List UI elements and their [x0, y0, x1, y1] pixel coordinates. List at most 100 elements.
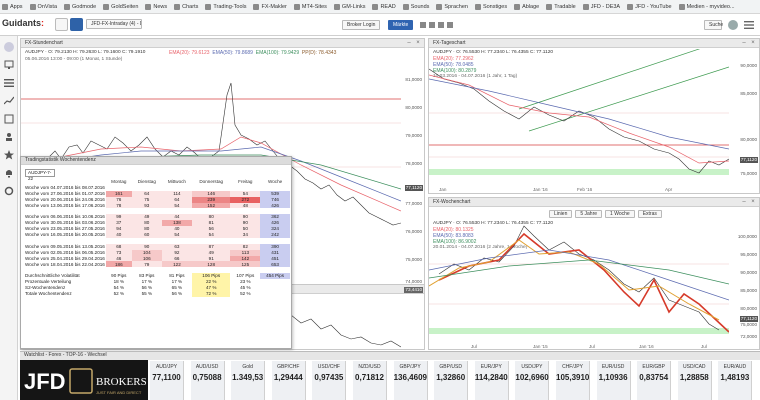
bookmark-item[interactable]: FX-Makler — [253, 3, 287, 10]
bookmark-item[interactable]: READ — [372, 3, 396, 10]
stats-title: Tradingstatistik Wochentendenz — [21, 157, 291, 165]
home-button[interactable] — [55, 18, 68, 31]
extras-menu[interactable]: Extras — [637, 210, 662, 218]
search-button[interactable]: Suche — [704, 20, 723, 30]
range-select[interactable]: 5 Jahre — [575, 210, 603, 218]
table-cell: 56 % — [171, 291, 183, 297]
weekly-price-plot[interactable] — [429, 220, 729, 342]
markets-button[interactable]: Märkte — [388, 20, 414, 30]
avatar-icon[interactable] — [4, 42, 14, 52]
watchlist-tile[interactable]: EUR/JPY 114,2840 — [474, 361, 509, 400]
x-axis-label: Jan '16 — [533, 187, 548, 192]
weekly-price-plot-left[interactable] — [291, 295, 401, 349]
bookmark-icon — [145, 3, 152, 10]
y-axis-label: 75,0000 — [740, 322, 757, 327]
gear-icon[interactable] — [4, 186, 14, 196]
bookmark-item[interactable]: Sonstiges — [474, 3, 508, 10]
watchlist-tile[interactable]: EUR/USD 1,10936 — [596, 361, 631, 400]
watchlist-tile[interactable]: Gold 1.349,53 — [231, 361, 266, 400]
bookmark-item[interactable]: OnVista — [29, 3, 57, 10]
bookmark-item[interactable]: Sprachen — [436, 3, 468, 10]
symbol-select[interactable]: AUDJPY-7-22 — [25, 169, 55, 181]
chart-icon[interactable] — [3, 96, 15, 106]
weekly-chart-panel: FX-Wochenchart – × Linien 5 Jahre 1 Woch… — [428, 197, 760, 350]
bookmark-item[interactable]: GM-Links — [333, 3, 366, 10]
daily-price-plot[interactable] — [429, 49, 729, 189]
workspace-button[interactable] — [70, 18, 83, 31]
close-icon[interactable]: × — [750, 40, 756, 46]
workspace-tab[interactable]: JFD-FX-Intraday (4) - D-6 — [86, 19, 142, 29]
bookmark-label: Sonstiges — [482, 3, 508, 10]
tile-symbol: EUR/GBP — [642, 364, 665, 370]
watchlist-tile[interactable]: GBP/CHF 1,29444 — [271, 361, 306, 400]
y-axis-label: 76,0000 — [405, 229, 422, 234]
panel-title: FX-Tageschart — [429, 39, 759, 48]
watchlist-tile[interactable]: AUD/JPY 77,1100 — [150, 361, 184, 400]
guidants-logo[interactable]: Guidants: — [2, 18, 44, 28]
bell-icon[interactable] — [4, 168, 14, 178]
legend-ema50: EMA(50): 79.8689 — [212, 50, 253, 56]
bookmark-label: News — [153, 3, 168, 10]
list-icon[interactable] — [4, 78, 14, 88]
weekly-stats-window: Tradingstatistik Wochentendenz AUDJPY-7-… — [20, 156, 292, 349]
watchlist-tile[interactable]: USD/JPY 102,6960 — [515, 361, 550, 400]
watchlist-tile[interactable]: CHF/JPY 105,3910 — [556, 361, 590, 400]
bookmark-icon — [174, 3, 181, 10]
tile-price: 1,29444 — [273, 373, 303, 382]
broker-login-button[interactable]: Broker Login — [342, 20, 381, 30]
bookmark-item[interactable]: GoldSeiten — [103, 3, 138, 10]
tile-price: 0,75088 — [192, 373, 222, 382]
watchlist-tile[interactable]: NZD/USD 0,71812 — [353, 361, 387, 400]
interval-select[interactable]: 1 Woche — [605, 210, 635, 218]
last-price-tag: 77,1120 — [739, 157, 758, 163]
watchlist-tile[interactable]: EUR/GBP 0,83754 — [637, 361, 672, 400]
bookmark-item[interactable]: Apps — [2, 3, 23, 10]
watchlist-tile[interactable]: GBP/USD 1,32860 — [434, 361, 469, 400]
y-axis-label: 90,0000 — [740, 270, 757, 275]
menu-icon[interactable] — [744, 20, 754, 30]
bookmark-item[interactable]: News — [145, 3, 168, 10]
bookmark-item[interactable]: JFD - YouTube — [627, 3, 672, 10]
chart-toolbar: Linien 5 Jahre 1 Woche Extras — [549, 210, 662, 218]
panel-title: FX-Stundenchart — [21, 39, 424, 48]
bookmark-item[interactable]: JFD - DE3A — [582, 3, 620, 10]
user-avatar[interactable] — [728, 20, 738, 30]
tile-price: 1,10936 — [598, 373, 628, 382]
close-icon[interactable]: × — [750, 199, 756, 205]
bookmark-item[interactable]: Godmode — [64, 3, 96, 10]
minimize-icon[interactable]: – — [741, 40, 747, 46]
monitor-icon[interactable] — [4, 60, 14, 70]
bookmark-item[interactable]: Medien - myvideo... — [678, 3, 735, 10]
watchlist-tile[interactable]: AUD/USD 0,75088 — [190, 361, 225, 400]
x-axis-label: Apr — [665, 187, 673, 192]
bookmark-item[interactable]: Charts — [174, 3, 198, 10]
bookmark-item[interactable]: Tradable — [546, 3, 576, 10]
x-axis-label: Jul — [471, 344, 477, 349]
users-icon[interactable] — [4, 132, 14, 142]
bookmark-item[interactable]: Sounds — [402, 3, 430, 10]
bookmark-label: GM-Links — [341, 3, 366, 10]
watchlist-tile[interactable]: USD/CHF 0,97435 — [312, 361, 347, 400]
watchlist-tile[interactable]: EUR/AUD 1,48193 — [718, 361, 753, 400]
y-axis-label: 75,0000 — [740, 171, 757, 176]
star-icon[interactable] — [4, 150, 14, 160]
bookmark-icon — [103, 3, 110, 10]
bookmark-item[interactable]: Ablage — [514, 3, 540, 10]
minimize-icon[interactable]: – — [406, 40, 412, 46]
news-icon[interactable] — [4, 114, 14, 124]
watchlist-tile[interactable]: USD/CAD 1,28858 — [677, 361, 712, 400]
y-axis-label: 79,0000 — [405, 133, 422, 138]
bookmark-label: Sounds — [410, 3, 430, 10]
y-axis-label: 90,0000 — [740, 63, 757, 68]
line-type-select[interactable]: Linien — [549, 210, 573, 218]
toolbar-icons[interactable] — [420, 21, 460, 29]
bookmark-label: Ablage — [522, 3, 540, 10]
bookmark-item[interactable]: MT4-Sites — [293, 3, 327, 10]
watchlist-tile[interactable]: GBP/JPY 136,4609 — [393, 361, 428, 400]
y-axis-label: 81,0000 — [405, 77, 422, 82]
tile-symbol: EUR/AUD — [723, 364, 747, 370]
close-icon[interactable]: × — [415, 40, 421, 46]
minimize-icon[interactable]: – — [741, 199, 747, 205]
bookmark-item[interactable]: Trading-Tools — [205, 3, 246, 10]
bookmark-icon — [29, 3, 36, 10]
